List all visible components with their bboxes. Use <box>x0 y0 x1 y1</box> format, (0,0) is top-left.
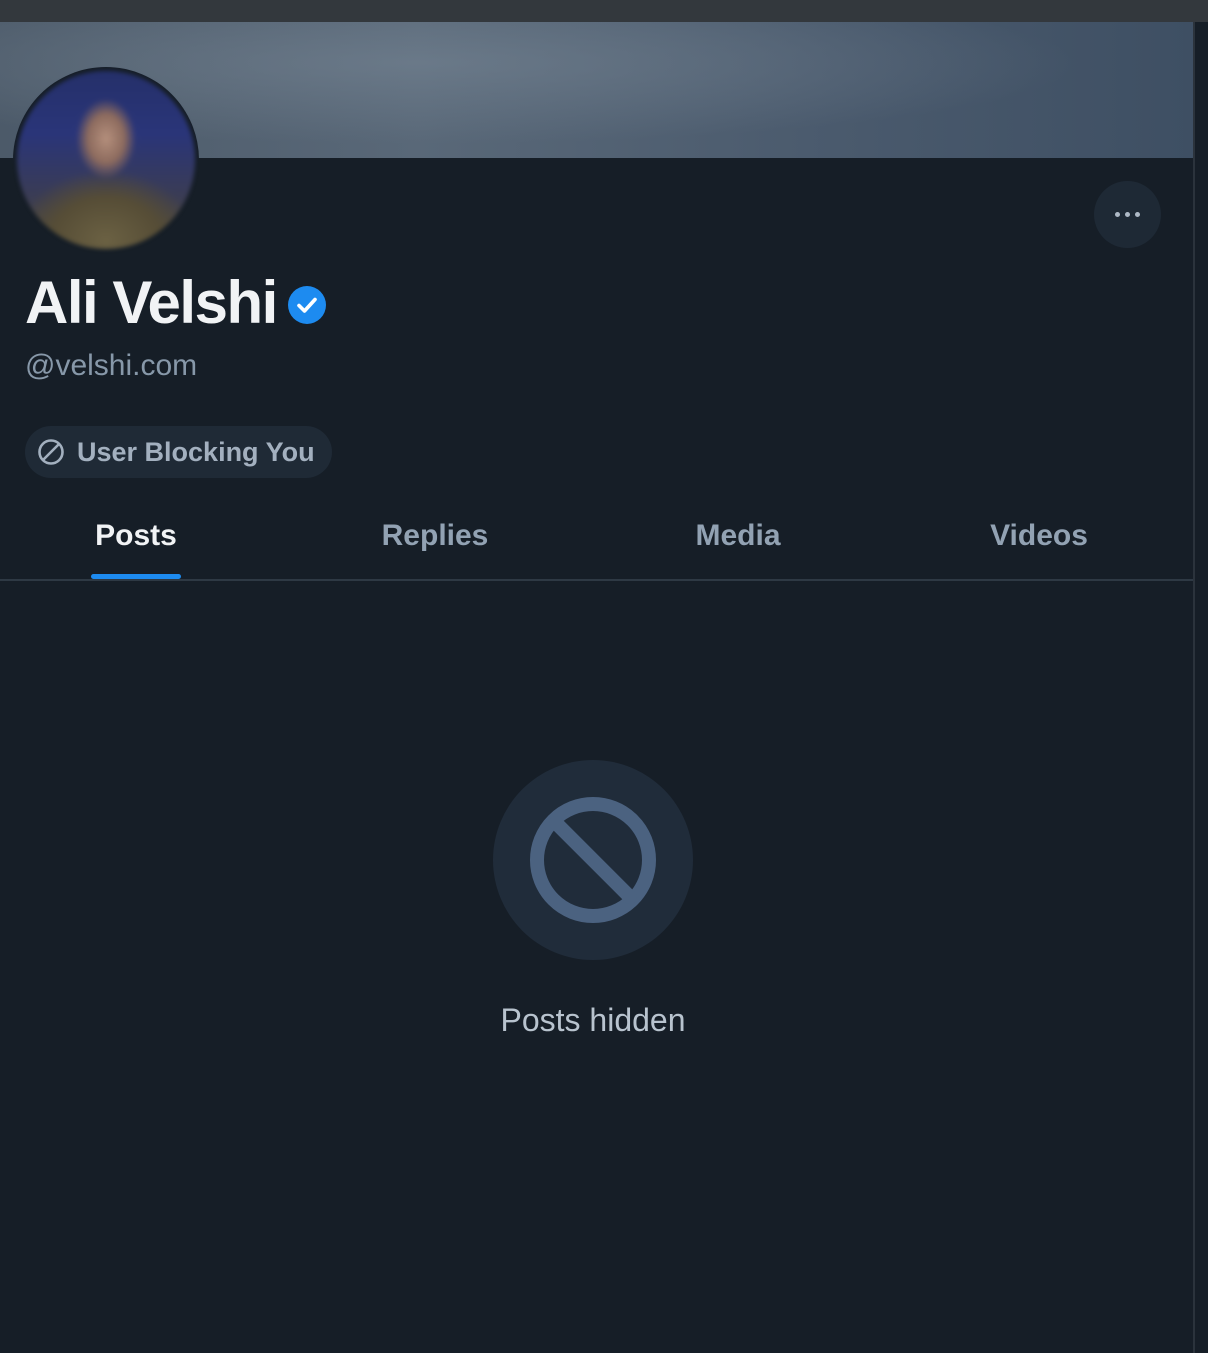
profile-name-row: Ali Velshi <box>25 270 327 336</box>
verified-check-icon <box>287 286 326 324</box>
more-dots-icon <box>1115 212 1140 217</box>
window-top-bar <box>0 0 1208 23</box>
tab-media[interactable]: Media <box>598 492 878 579</box>
profile-tabs: Posts Replies Media Videos <box>0 492 1193 581</box>
tab-posts-label: Posts <box>95 518 177 552</box>
profile-page: Ali Velshi @velshi.com User Blocking You… <box>0 22 1193 1353</box>
more-options-button[interactable] <box>1094 181 1161 248</box>
profile-handle: @velshi.com <box>25 349 198 382</box>
posts-hidden-message: Posts hidden <box>500 1002 686 1038</box>
posts-hidden-icon-container <box>493 760 693 960</box>
tab-posts[interactable]: Posts <box>0 492 272 579</box>
block-icon <box>38 439 64 465</box>
tab-videos[interactable]: Videos <box>878 492 1193 579</box>
scrollbar-gutter[interactable] <box>1193 22 1208 1353</box>
display-name: Ali Velshi <box>25 269 278 336</box>
blocking-status-label: User Blocking You <box>77 437 315 467</box>
tab-media-label: Media <box>695 518 781 552</box>
tab-videos-label: Videos <box>990 518 1088 552</box>
blocking-status-badge: User Blocking You <box>25 426 332 478</box>
avatar[interactable] <box>13 67 199 253</box>
active-tab-indicator <box>91 574 181 579</box>
avatar-image <box>17 71 195 249</box>
tab-replies-label: Replies <box>381 518 489 552</box>
block-icon <box>530 797 656 923</box>
tab-replies[interactable]: Replies <box>272 492 598 579</box>
